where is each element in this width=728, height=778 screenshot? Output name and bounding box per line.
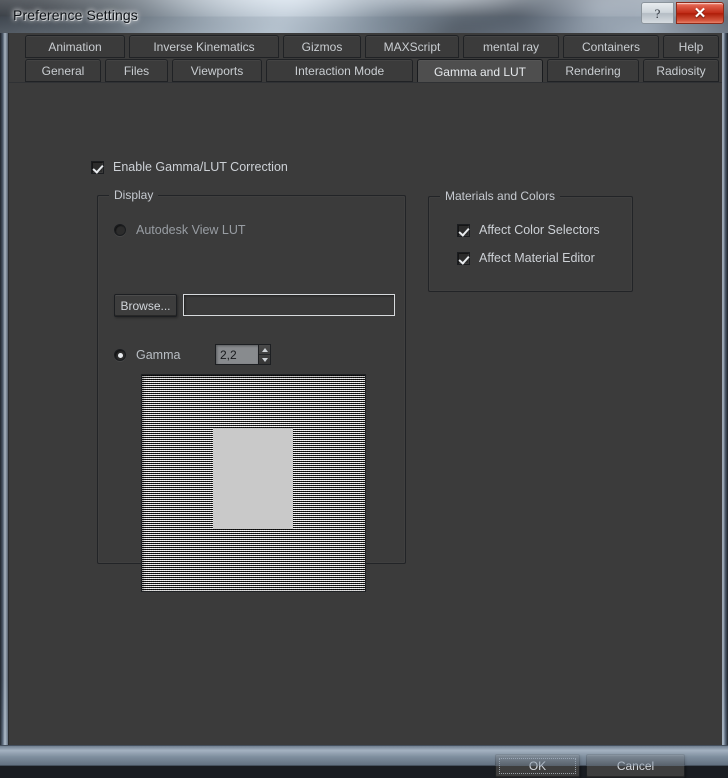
materials-and-colors-group-box: Materials and Colors Affect Color Select… [428, 189, 633, 292]
gamma-preview-inner-square [213, 428, 293, 529]
close-icon: ✕ [693, 4, 707, 22]
enable-gamma-lut-correction-checkbox[interactable] [91, 160, 104, 174]
gamma-radio[interactable] [114, 349, 126, 361]
dialog-client-area: Animation Inverse Kinematics Gizmos MAXScri… [8, 33, 722, 778]
tab-radiosity[interactable]: Radiosity [643, 59, 719, 82]
autodesk-view-lut-label: Autodesk View LUT [136, 223, 246, 237]
window-titlebar[interactable]: Preference Settings ? ✕ [0, 0, 728, 33]
window-bottom-border [0, 745, 728, 766]
window-left-border [0, 33, 8, 745]
display-group-box: Display Autodesk View LUT Browse... Gamm… [97, 188, 406, 592]
tab-animation[interactable]: Animation [25, 35, 125, 58]
window-title: Preference Settings [13, 7, 138, 23]
spinner-up-arrow-icon[interactable] [259, 345, 270, 355]
gamma-value-input[interactable]: 2,2 [215, 344, 258, 365]
gamma-spinner-arrows[interactable] [258, 344, 271, 365]
tab-gizmos[interactable]: Gizmos [283, 35, 361, 58]
affect-material-editor-label: Affect Material Editor [479, 251, 595, 265]
tab-help[interactable]: Help [663, 35, 719, 58]
display-group-title: Display [109, 188, 159, 202]
tab-maxscript[interactable]: MAXScript [365, 35, 459, 58]
tab-interaction-mode[interactable]: Interaction Mode [266, 59, 413, 82]
materials-and-colors-group-title: Materials and Colors [440, 189, 561, 203]
tab-row-bottom: General Files Viewports Interaction Mode Gam… [9, 59, 722, 84]
preference-settings-window: Preference Settings ? ✕ Animation Inverse… [0, 0, 728, 778]
tab-containers[interactable]: Containers [563, 35, 659, 58]
tab-viewports[interactable]: Viewports [172, 59, 262, 82]
enable-gamma-lut-correction-row[interactable]: Enable Gamma/LUT Correction [91, 160, 288, 174]
gamma-radio-row[interactable]: Gamma [114, 348, 180, 362]
autodesk-view-lut-row[interactable]: Autodesk View LUT [114, 223, 246, 237]
gamma-preview-swatch [141, 374, 366, 592]
help-button[interactable]: ? [641, 2, 674, 24]
affect-color-selectors-label: Affect Color Selectors [479, 223, 600, 237]
gamma-value-stepper[interactable]: 2,2 [215, 344, 271, 365]
tab-mental-ray[interactable]: mental ray [463, 35, 559, 58]
preference-tabs: Animation Inverse Kinematics Gizmos MAXScri… [9, 33, 722, 90]
affect-material-editor-checkbox[interactable] [457, 251, 470, 265]
enable-gamma-lut-correction-label: Enable Gamma/LUT Correction [113, 160, 288, 174]
affect-color-selectors-row[interactable]: Affect Color Selectors [457, 223, 600, 237]
tab-rendering[interactable]: Rendering [547, 59, 639, 82]
affect-color-selectors-checkbox[interactable] [457, 223, 470, 237]
question-mark-icon: ? [654, 5, 661, 21]
lut-path-input[interactable] [183, 294, 395, 316]
tab-inverse-kinematics[interactable]: Inverse Kinematics [129, 35, 279, 58]
tab-gamma-and-lut[interactable]: Gamma and LUT [417, 59, 543, 84]
gamma-label: Gamma [136, 348, 181, 362]
tab-general[interactable]: General [25, 59, 101, 82]
close-button[interactable]: ✕ [676, 2, 724, 24]
spinner-down-arrow-icon[interactable] [259, 355, 270, 364]
browse-button[interactable]: Browse... [114, 294, 177, 317]
tab-row-top: Animation Inverse Kinematics Gizmos MAXScri… [9, 35, 722, 60]
autodesk-view-lut-radio[interactable] [114, 224, 126, 236]
affect-material-editor-row[interactable]: Affect Material Editor [457, 251, 595, 265]
tab-files[interactable]: Files [105, 59, 168, 82]
tab-panel-gamma-and-lut: Enable Gamma/LUT Correction Display Auto… [9, 89, 722, 778]
